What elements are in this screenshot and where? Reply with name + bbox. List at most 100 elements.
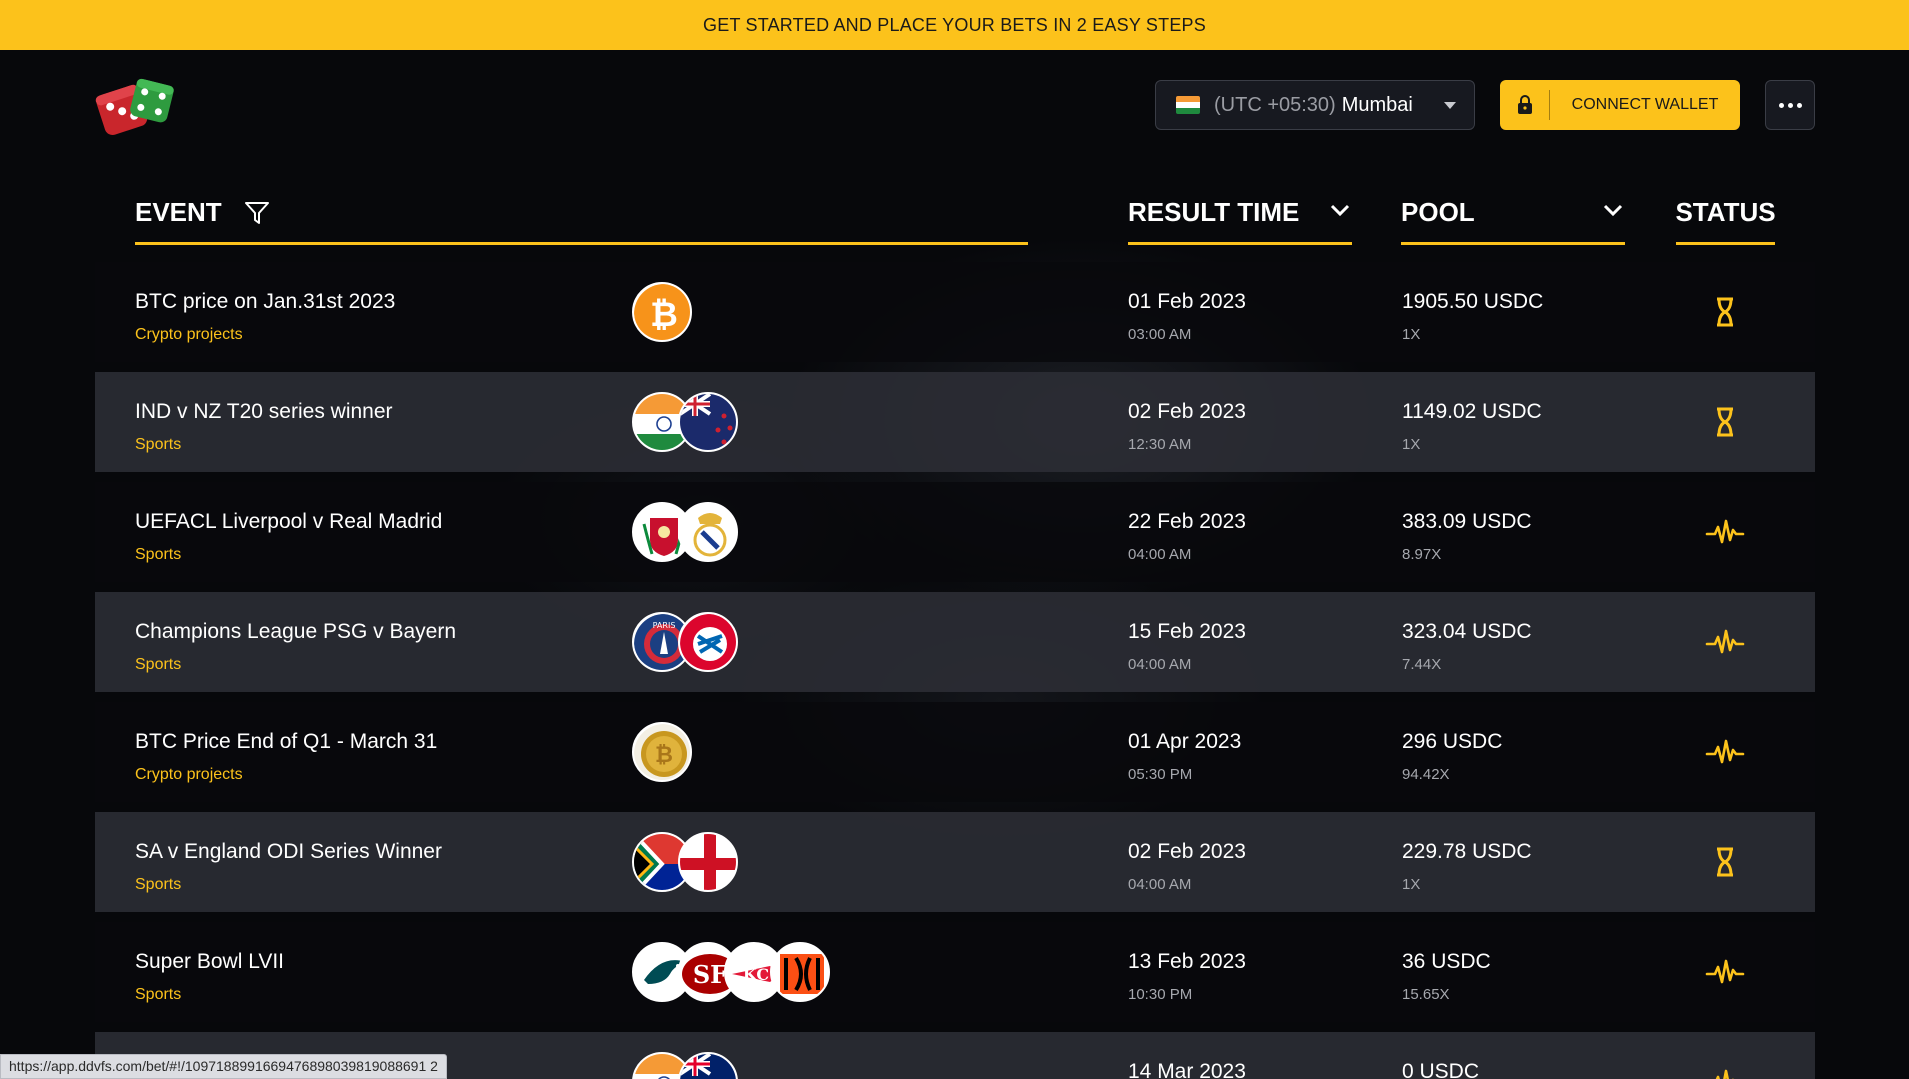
lock-icon	[1500, 90, 1550, 120]
top-banner[interactable]: GET STARTED AND PLACE YOUR BETS IN 2 EAS…	[0, 0, 1909, 50]
event-title[interactable]: Super Bowl LVII	[135, 950, 284, 974]
banner-text: GET STARTED AND PLACE YOUR BETS IN 2 EAS…	[703, 14, 1206, 35]
real-madrid-crest-icon	[678, 502, 738, 562]
pool-amount: 383.09 USDC	[1402, 510, 1532, 533]
event-category[interactable]: Sports	[135, 656, 181, 674]
chevron-down-icon	[1330, 203, 1350, 217]
event-category[interactable]: Sports	[135, 546, 181, 564]
event-title[interactable]: UEFACL Liverpool v Real Madrid	[135, 510, 442, 534]
event-row[interactable]: BTC price on Jan.31st 2023 Crypto project…	[95, 262, 1815, 362]
event-category[interactable]: Crypto projects	[135, 766, 243, 784]
result-date: 01 Feb 2023	[1128, 290, 1246, 313]
bitcoin-icon: ₿	[632, 282, 692, 342]
result-time: 04:00 AM	[1128, 876, 1192, 893]
column-header-status[interactable]: STATUS	[1675, 195, 1776, 245]
pool-amount: 1149.02 USDC	[1402, 400, 1542, 423]
event-icons	[632, 832, 738, 892]
result-date: 02 Feb 2023	[1128, 400, 1246, 423]
pool-multiplier: 8.97X	[1402, 546, 1442, 563]
hourglass-icon	[1705, 842, 1745, 882]
pool-multiplier: 1X	[1402, 326, 1421, 343]
result-date: 02 Feb 2023	[1128, 840, 1246, 863]
event-title[interactable]: Champions League PSG v Bayern	[135, 620, 456, 644]
activity-pulse-icon	[1705, 952, 1745, 992]
result-time: 04:00 AM	[1128, 546, 1192, 563]
event-row[interactable]: BTC Price End of Q1 - March 31 Crypto pro…	[95, 702, 1815, 802]
timezone-city: Mumbai	[1341, 93, 1413, 116]
pool-amount: 296 USDC	[1402, 730, 1503, 753]
result-time: 03:00 AM	[1128, 326, 1192, 343]
result-time-header-label: RESULT TIME	[1128, 197, 1300, 227]
event-title[interactable]: SA v England ODI Series Winner	[135, 840, 442, 864]
result-date: 01 Apr 2023	[1128, 730, 1242, 753]
event-title[interactable]: BTC price on Jan.31st 2023	[135, 290, 395, 314]
activity-pulse-icon	[1705, 1062, 1745, 1079]
column-header-result-time[interactable]: RESULT TIME	[1128, 195, 1352, 245]
status-header-label: STATUS	[1675, 197, 1776, 227]
more-options-button[interactable]	[1765, 80, 1815, 130]
bayern-crest-icon	[678, 612, 738, 672]
result-date: 15 Feb 2023	[1128, 620, 1246, 643]
event-row[interactable]: Super Bowl LVII Sports SF KC 13 Feb 2023 10:3…	[95, 922, 1815, 1022]
chevron-down-icon	[1603, 203, 1623, 217]
hourglass-icon	[1705, 292, 1745, 332]
timezone-offset: (UTC +05:30)	[1214, 93, 1336, 116]
event-category[interactable]: Crypto projects	[135, 326, 243, 344]
svg-text:PARIS: PARIS	[653, 621, 676, 630]
result-time: 04:00 AM	[1128, 656, 1192, 673]
event-category[interactable]: Sports	[135, 986, 181, 1004]
pool-multiplier: 7.44X	[1402, 656, 1442, 673]
event-title[interactable]: BTC Price End of Q1 - March 31	[135, 730, 437, 754]
link-url-tooltip: https://app.ddvfs.com/bet/#!/10971889916…	[0, 1054, 447, 1079]
svg-text:SF: SF	[693, 960, 727, 989]
event-row[interactable]: IND v NZ T20 series winner Sports 02 Feb 2…	[95, 372, 1815, 472]
england-flag-icon	[678, 832, 738, 892]
caret-down-icon	[1444, 102, 1456, 109]
pool-amount: 36 USDC	[1402, 950, 1491, 973]
more-dots-icon	[1778, 102, 1802, 108]
column-header-event[interactable]: EVENT	[135, 195, 1028, 245]
event-icons: SF KC	[632, 942, 830, 1002]
event-icons	[632, 1052, 738, 1079]
event-row[interactable]: UEFACL Liverpool v Real Madrid Sports 22 F…	[95, 482, 1815, 582]
event-icons	[632, 392, 738, 452]
event-icons: PARIS	[632, 612, 738, 672]
event-icons	[632, 502, 738, 562]
pool-multiplier: 1X	[1402, 876, 1421, 893]
dice-logo-icon[interactable]	[92, 76, 178, 136]
result-date: 22 Feb 2023	[1128, 510, 1246, 533]
event-icons: ₿	[632, 722, 692, 782]
event-title[interactable]: IND v NZ T20 series winner	[135, 400, 393, 424]
result-date: 13 Feb 2023	[1128, 950, 1246, 973]
pool-header-label: POOL	[1401, 197, 1475, 227]
india-flag-icon	[1176, 96, 1200, 114]
pool-multiplier: 15.65X	[1402, 986, 1450, 1003]
pool-amount: 323.04 USDC	[1402, 620, 1532, 643]
pool-multiplier: 1X	[1402, 436, 1421, 453]
result-time: 10:30 PM	[1128, 986, 1193, 1003]
svg-text:₿: ₿	[655, 743, 673, 768]
timezone-select[interactable]: (UTC +05:30) Mumbai	[1155, 80, 1475, 130]
event-category[interactable]: Sports	[135, 876, 181, 894]
australia-flag-icon	[678, 1052, 738, 1079]
event-category[interactable]: Sports	[135, 436, 181, 454]
activity-pulse-icon	[1705, 622, 1745, 662]
event-icons: ₿	[632, 282, 692, 342]
hourglass-icon	[1705, 402, 1745, 442]
event-row[interactable]: SA v England ODI Series Winner Sports 02 F…	[95, 812, 1815, 912]
result-time: 12:30 AM	[1128, 436, 1192, 453]
filter-icon[interactable]	[244, 200, 270, 226]
pool-multiplier: 94.42X	[1402, 766, 1450, 783]
gold-bitcoin-coin-icon: ₿	[632, 722, 692, 782]
svg-text:KC: KC	[743, 965, 769, 984]
pool-amount: 229.78 USDC	[1402, 840, 1532, 863]
event-header-label: EVENT	[135, 197, 222, 227]
connect-wallet-label: CONNECT WALLET	[1571, 96, 1719, 113]
result-time: 05:30 PM	[1128, 766, 1193, 783]
new-zealand-flag-icon	[678, 392, 738, 452]
pool-amount: 1905.50 USDC	[1402, 290, 1544, 313]
activity-pulse-icon	[1705, 512, 1745, 552]
column-header-pool[interactable]: POOL	[1401, 195, 1625, 245]
connect-wallet-button[interactable]: CONNECT WALLET	[1500, 80, 1740, 130]
event-row[interactable]: Champions League PSG v Bayern Sports PARIS…	[95, 592, 1815, 692]
